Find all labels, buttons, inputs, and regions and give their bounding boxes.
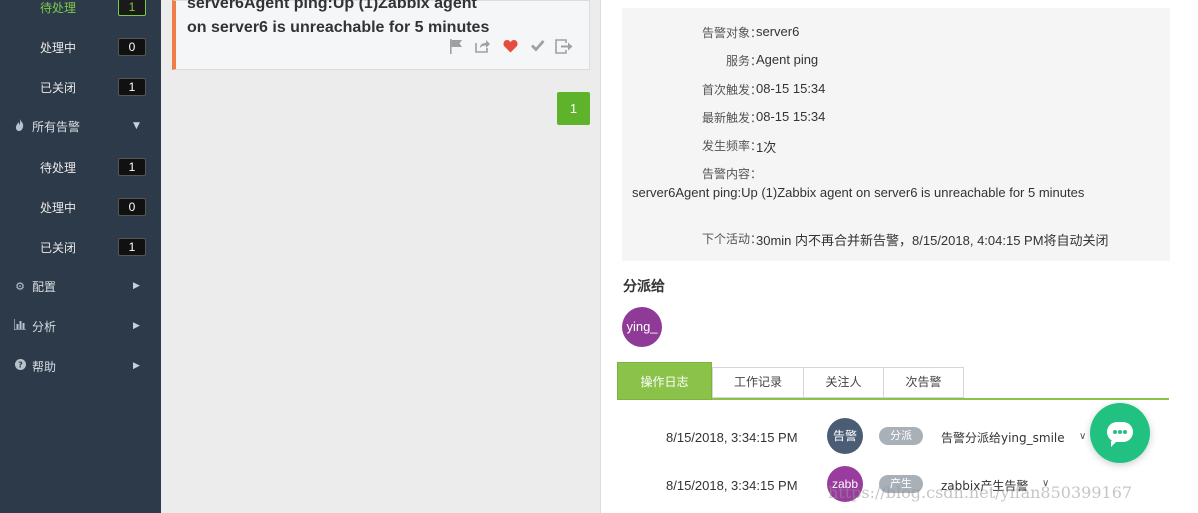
sidebar-item-label: 已关闭 (40, 80, 77, 95)
detail-value: 1次 (756, 140, 777, 155)
processing-count-badge: 0 (118, 38, 146, 56)
assignee-avatar[interactable]: ying_ (622, 307, 662, 347)
detail-value: 08-15 15:34 (756, 81, 826, 96)
caret-right-icon: ▶ (133, 281, 140, 291)
log-time: 8/15/2018, 3:34:15 PM (666, 430, 798, 445)
sidebar-section-label: 帮助 (32, 359, 57, 374)
sidebar-item-pending[interactable]: 待处理 1 (0, 0, 161, 19)
detail-value: Agent ping (756, 52, 819, 67)
sidebar-section-label: 配置 (32, 279, 57, 294)
flag-icon[interactable] (447, 39, 465, 57)
sidebar-item-pending-all[interactable]: 待处理 1 (0, 155, 161, 179)
detail-key: 告警内容： (701, 167, 762, 181)
processing-count-badge: 0 (118, 198, 146, 216)
sidebar-item-label: 已关闭 (40, 240, 77, 255)
detail-key: 最新触发： (701, 111, 762, 125)
alarm-title-line: server6Agent ping:Up (1)Zabbix agent (187, 0, 477, 12)
question-icon: ? (13, 359, 27, 373)
watermark: https://blog.csdn.net/yifan850399167 (828, 483, 1133, 502)
sidebar-item-label: 待处理 (40, 0, 77, 15)
sidebar-section-all-alarms[interactable]: 所有告警 ▼ (0, 114, 161, 138)
detail-value: 30min 内不再合并新告警，8/15/2018, 4:04:15 PM将自动关… (756, 233, 1109, 248)
sidebar: 待处理 1 处理中 0 已关闭 1 所有告警 ▼ 待处理 1 处理中 0 已关闭… (0, 0, 161, 513)
svg-text:?: ? (18, 361, 23, 370)
alarm-content-text: server6Agent ping:Up (1)Zabbix agent on … (632, 185, 1085, 200)
caret-down-icon: ▼ (133, 121, 140, 131)
alarm-actions (447, 39, 573, 57)
chat-bubble-icon (1107, 422, 1133, 447)
gear-icon: ⚙ (15, 279, 25, 293)
detail-tabs: 操作日志 工作记录 关注人 次告警 (617, 362, 1169, 400)
sidebar-section-config[interactable]: ⚙ 配置 ▶ (0, 274, 161, 298)
tab-sub-alarms[interactable]: 次告警 (883, 367, 964, 398)
tab-operation-log[interactable]: 操作日志 (617, 362, 712, 400)
detail-key: 下个活动： (701, 232, 762, 246)
alarm-title: server6Agent ping:Up (1)Zabbix agent on … (187, 0, 517, 40)
log-tag: 分派 (879, 427, 923, 445)
alarm-title-line: on server6 is unreachable for 5 minutes (187, 19, 490, 36)
exit-icon[interactable] (555, 39, 573, 57)
sidebar-item-closed[interactable]: 已关闭 1 (0, 75, 161, 99)
sidebar-item-label: 处理中 (40, 200, 77, 215)
detail-key: 首次触发： (701, 83, 762, 97)
log-time: 8/15/2018, 3:34:15 PM (666, 478, 798, 493)
detail-key: 服务： (725, 54, 762, 68)
chevron-down-icon[interactable]: ∨ (1079, 431, 1086, 442)
log-avatar: 告警 (827, 418, 863, 454)
pending-count-badge: 1 (118, 158, 146, 176)
heart-icon[interactable] (501, 39, 519, 57)
detail-value: 08-15 15:34 (756, 109, 826, 124)
sidebar-item-label: 待处理 (40, 160, 77, 175)
sidebar-section-label: 所有告警 (32, 119, 81, 134)
caret-right-icon: ▶ (133, 361, 140, 371)
sidebar-section-label: 分析 (32, 319, 57, 334)
sidebar-item-label: 处理中 (40, 40, 77, 55)
closed-count-badge: 1 (118, 78, 146, 96)
sidebar-item-closed-all[interactable]: 已关闭 1 (0, 235, 161, 259)
alarm-card[interactable]: server6Agent ping:Up (1)Zabbix agent on … (172, 0, 590, 70)
detail-key: 告警对象： (701, 26, 762, 40)
sidebar-section-analysis[interactable]: 分析 ▶ (0, 314, 161, 338)
alarm-detail-box: 告警对象： server6 服务： Agent ping 首次触发： 08-15… (622, 8, 1170, 261)
tab-work-record[interactable]: 工作记录 (712, 367, 804, 398)
log-text: 告警分派给ying_smile (941, 431, 1065, 445)
sidebar-item-processing-all[interactable]: 处理中 0 (0, 195, 161, 219)
flame-icon (13, 118, 27, 134)
pending-count-badge: 1 (118, 0, 146, 16)
assign-title: 分派给 (623, 279, 665, 295)
tab-followers[interactable]: 关注人 (803, 367, 884, 398)
check-icon[interactable] (528, 39, 546, 57)
detail-key: 发生频率： (701, 139, 762, 153)
share-icon[interactable] (474, 39, 492, 57)
bar-chart-icon (13, 319, 27, 333)
caret-right-icon: ▶ (133, 321, 140, 331)
sidebar-section-help[interactable]: ? 帮助 ▶ (0, 354, 161, 378)
pagination-page-button[interactable]: 1 (557, 92, 590, 125)
closed-count-badge: 1 (118, 238, 146, 256)
sidebar-item-processing[interactable]: 处理中 0 (0, 35, 161, 59)
chat-button[interactable] (1090, 403, 1150, 463)
detail-value: server6 (756, 24, 800, 39)
